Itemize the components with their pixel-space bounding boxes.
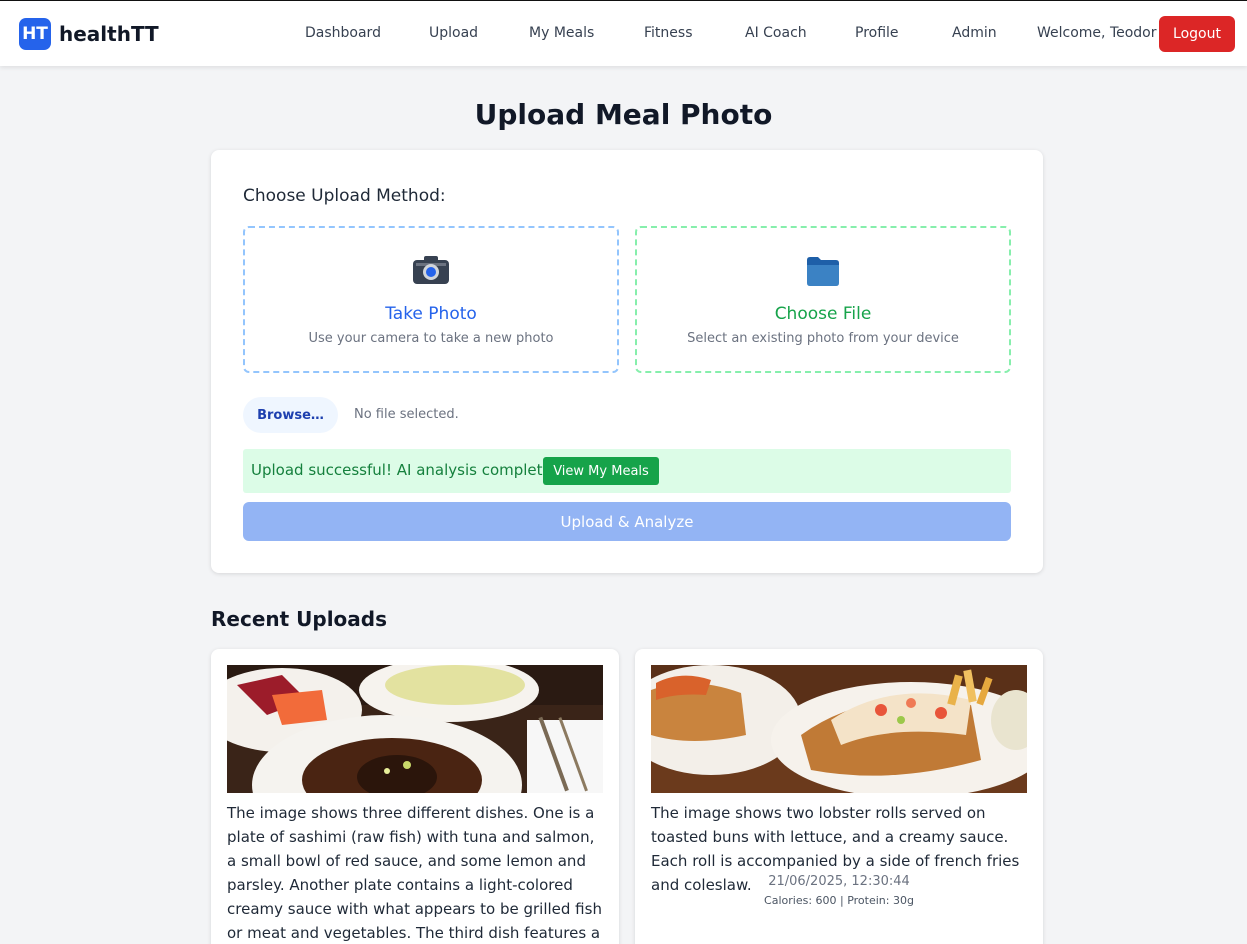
view-my-meals-button[interactable]: View My Meals — [543, 457, 659, 485]
upload-analyze-button[interactable]: Upload & Analyze — [243, 502, 1011, 541]
upload-card: Choose Upload Method: Take Photo Use you… — [211, 150, 1043, 573]
brand-logo[interactable]: HT healthTT — [19, 18, 159, 50]
recent-uploads-heading: Recent Uploads — [211, 607, 388, 631]
meal-card[interactable]: The image shows three different dishes. … — [211, 649, 619, 944]
take-photo-option[interactable]: Take Photo Use your camera to take a new… — [243, 226, 619, 373]
page-title: Upload Meal Photo — [474, 98, 773, 131]
success-message: Upload successful! AI analysis complete. — [251, 461, 557, 479]
meal-description: The image shows three different dishes. … — [227, 804, 602, 942]
top-navbar: HT healthTT Dashboard Upload My Meals Fi… — [0, 0, 1247, 66]
meal-nutrition-stats: Calories: 600 | Protein: 30g — [764, 894, 914, 907]
meal-card[interactable]: The image shows two lobster rolls served… — [635, 649, 1043, 944]
folder-icon — [637, 256, 1009, 286]
nav-link-upload[interactable]: Upload — [429, 25, 478, 41]
meal-photo — [651, 665, 1027, 793]
success-alert: Upload successful! AI analysis complete.… — [243, 449, 1011, 493]
camera-icon — [245, 256, 617, 284]
brand-badge: HT — [19, 18, 51, 50]
meal-photo — [227, 665, 603, 793]
nav-link-ai-coach[interactable]: AI Coach — [745, 25, 807, 41]
take-photo-subtitle: Use your camera to take a new photo — [308, 331, 554, 346]
meal-date: 21/06/2025, 12:30:44 — [768, 874, 910, 889]
logout-button[interactable]: Logout — [1159, 16, 1235, 52]
file-status-text: No file selected. — [354, 407, 459, 422]
nav-link-fitness[interactable]: Fitness — [644, 25, 693, 41]
nav-link-profile[interactable]: Profile — [855, 25, 899, 41]
browse-button[interactable]: Browse… — [243, 397, 338, 433]
choose-file-option[interactable]: Choose File Select an existing photo fro… — [635, 226, 1011, 373]
nav-link-admin[interactable]: Admin — [952, 25, 997, 41]
welcome-text: Welcome, Teodor — [1037, 25, 1157, 41]
nav-link-my-meals[interactable]: My Meals — [529, 25, 594, 41]
choose-file-title: Choose File — [774, 304, 872, 324]
take-photo-title: Take Photo — [385, 304, 477, 324]
choose-method-label: Choose Upload Method: — [243, 186, 446, 206]
nav-link-dashboard[interactable]: Dashboard — [305, 25, 381, 41]
brand-name: healthTT — [59, 22, 159, 46]
choose-file-subtitle: Select an existing photo from your devic… — [687, 331, 959, 346]
